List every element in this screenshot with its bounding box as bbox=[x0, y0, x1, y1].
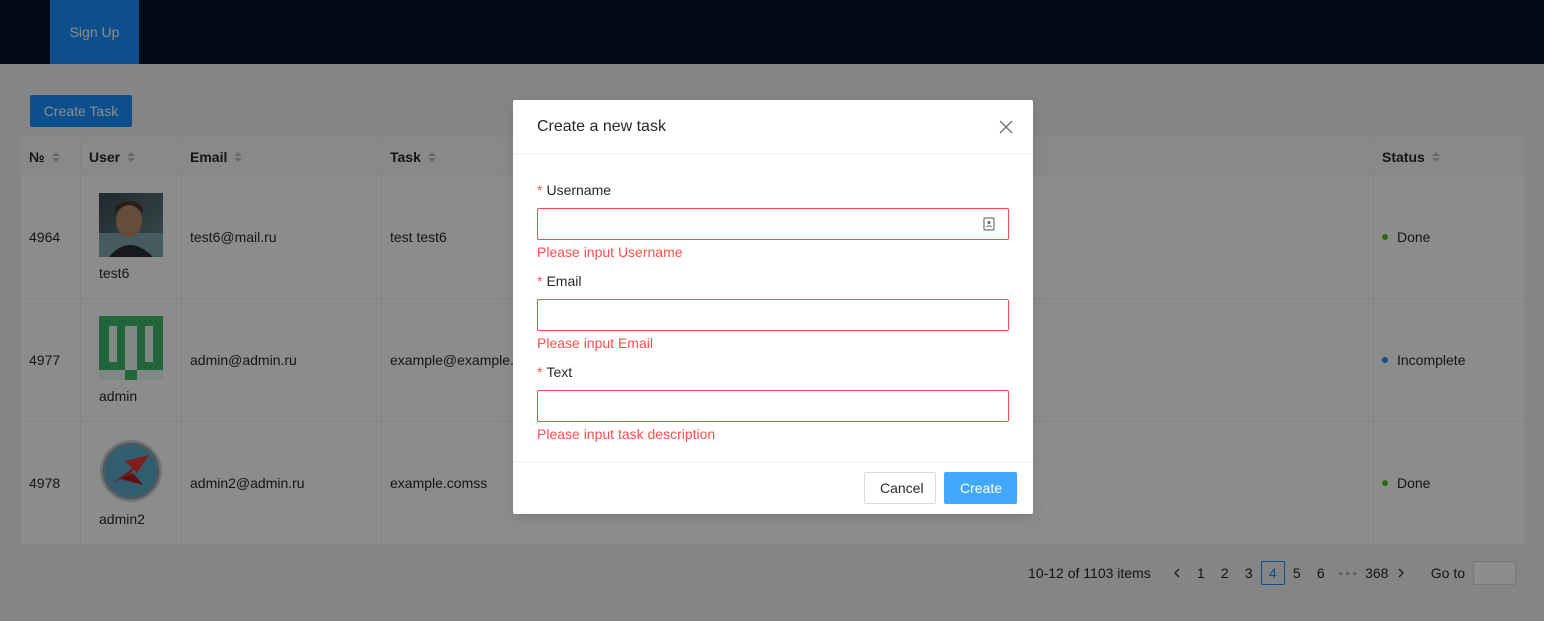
label-text: Text bbox=[546, 364, 573, 380]
modal-title: Create a new task bbox=[537, 118, 666, 135]
label-text: Username bbox=[546, 182, 612, 198]
modal-footer: Cancel Create bbox=[513, 461, 1033, 514]
text-input-wrapper bbox=[537, 390, 1009, 422]
text-input[interactable] bbox=[538, 391, 1008, 421]
create-task-modal: Create a new task * Username Please input… bbox=[513, 100, 1033, 514]
label-text: Email bbox=[546, 273, 582, 289]
form-item-email: * Email Please input Email bbox=[537, 270, 1009, 355]
username-input[interactable] bbox=[538, 209, 1008, 239]
cancel-button[interactable]: Cancel bbox=[864, 472, 936, 504]
close-icon[interactable] bbox=[998, 119, 1014, 135]
modal-header: Create a new task bbox=[513, 100, 1033, 155]
create-button[interactable]: Create bbox=[944, 472, 1017, 504]
email-input[interactable] bbox=[538, 300, 1008, 330]
username-error: Please input Username bbox=[537, 244, 683, 260]
form-item-username: * Username Please input Username bbox=[537, 179, 1009, 264]
required-mark: * bbox=[537, 273, 543, 289]
text-error: Please input task description bbox=[537, 426, 716, 442]
modal-body: * Username Please input Username * Email P… bbox=[513, 155, 1033, 446]
email-label: * Email bbox=[537, 270, 1009, 292]
text-label: * Text bbox=[537, 361, 1009, 383]
username-input-wrapper bbox=[537, 208, 1009, 240]
required-mark: * bbox=[537, 182, 543, 198]
email-input-wrapper bbox=[537, 299, 1009, 331]
email-error: Please input Email bbox=[537, 335, 653, 351]
contact-card-icon bbox=[983, 217, 995, 231]
required-mark: * bbox=[537, 364, 543, 380]
username-label: * Username bbox=[537, 179, 1009, 201]
form-item-text: * Text Please input task description bbox=[537, 361, 1009, 446]
